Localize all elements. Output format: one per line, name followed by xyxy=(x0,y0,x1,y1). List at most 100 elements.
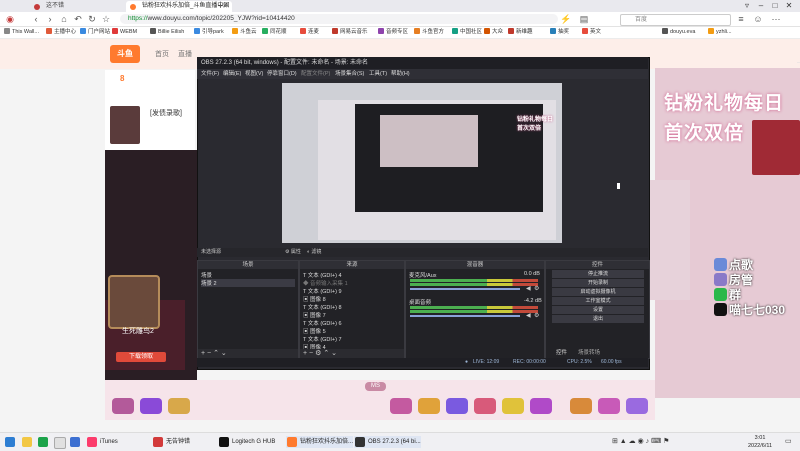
gear-icon[interactable]: ⚙ xyxy=(534,285,539,292)
source-item[interactable]: T 文本 (GDI+) 4 xyxy=(303,271,342,279)
bookmark-item[interactable]: Billie Eilish xyxy=(150,27,184,38)
app-icon[interactable] xyxy=(54,437,66,449)
gift-icon[interactable] xyxy=(502,398,524,414)
close-window-button[interactable]: ✕ xyxy=(782,0,796,12)
bookmark-item[interactable]: 新维趣 xyxy=(508,27,533,38)
clock[interactable]: 3:01 2022/6/11 xyxy=(748,434,772,450)
tray-icons[interactable]: ⊞ ▲ ☁ ◉ ♪ ⌨ ⚑ xyxy=(612,437,669,445)
bookmark-item[interactable]: 抽奖 xyxy=(550,27,569,38)
app-icon[interactable] xyxy=(38,437,48,447)
up-icon[interactable]: ⌃ xyxy=(213,350,219,357)
source-item[interactable]: T 文本 (GDI+) 9 xyxy=(303,287,342,295)
gear-icon[interactable]: ⚙ xyxy=(315,350,321,357)
filters-button[interactable]: ◐ 滤镜 xyxy=(307,248,321,257)
bookmark-item[interactable]: 英文 xyxy=(582,27,601,38)
new-tab-button[interactable]: + xyxy=(218,0,223,12)
remove-icon[interactable]: − xyxy=(309,350,313,357)
settings-button[interactable]: 设置 xyxy=(552,306,644,314)
add-icon[interactable]: + xyxy=(201,350,205,357)
bookmark-item[interactable]: WEBM xyxy=(112,27,137,38)
taskbar-obs[interactable]: OBS 27.2.3 (64 bi... xyxy=(354,436,421,448)
star-icon[interactable]: ☆ xyxy=(100,13,112,25)
nav-live[interactable]: 直播 xyxy=(178,49,192,59)
source-item[interactable]: T 文本 (GDI+) 6 xyxy=(303,319,342,327)
download-button[interactable]: 下载领取 xyxy=(116,352,166,362)
taskbar-app[interactable]: 无告钟错 xyxy=(152,436,190,448)
tab-controls[interactable]: 控件 xyxy=(556,348,567,356)
source-item[interactable]: T 文本 (GDI+) 8 xyxy=(303,303,342,311)
down-icon[interactable]: ⌄ xyxy=(331,350,337,357)
source-item[interactable]: ◆ 音频输入采集 1 xyxy=(303,279,348,287)
windows-start-icon[interactable] xyxy=(5,437,15,447)
gift-icon[interactable] xyxy=(474,398,496,414)
start-recording-button[interactable]: 开始录制 xyxy=(552,279,644,287)
menu-edit[interactable]: 编辑(E) xyxy=(223,69,241,79)
source-item[interactable]: ▣ 图像 8 xyxy=(303,295,326,303)
gift-icon[interactable] xyxy=(168,398,190,414)
down-icon[interactable]: ⌄ xyxy=(221,350,227,357)
menu-help[interactable]: 帮助(H) xyxy=(391,69,410,79)
menu-view[interactable]: 视图(V) xyxy=(245,69,263,79)
source-item[interactable]: T 文本 (GDI+) 7 xyxy=(303,335,342,343)
reload-icon[interactable]: ↻ xyxy=(86,13,98,25)
url-input[interactable]: https://www.douyu.com/topic/202205_YJW?r… xyxy=(120,14,558,24)
volume-slider[interactable] xyxy=(410,288,520,290)
bookmark-item[interactable]: 主播中心 xyxy=(46,27,76,38)
nav-home[interactable]: 首页 xyxy=(155,49,169,59)
studio-mode-button[interactable]: 工作室模式 xyxy=(552,297,644,305)
taskbar-itunes[interactable]: iTunes xyxy=(86,436,118,448)
bookmark-item[interactable]: 门户网站 xyxy=(80,27,110,38)
gift-icon[interactable] xyxy=(570,398,592,414)
gift-icon[interactable] xyxy=(626,398,648,414)
virtual-camera-button[interactable]: 启动虚拟摄像机 xyxy=(552,288,644,296)
explorer-icon[interactable] xyxy=(22,437,32,447)
menu-tools[interactable]: 工具(T) xyxy=(369,69,387,79)
bookmark-item[interactable]: 网易云音乐 xyxy=(332,27,368,38)
bookmark-item[interactable]: This Wall... xyxy=(4,27,39,38)
menu-docks[interactable]: 停靠窗口(D) xyxy=(267,69,297,79)
tab-1[interactable]: 这不错 xyxy=(30,1,141,12)
menu-profile[interactable]: 配置文件(P) xyxy=(301,69,330,79)
speaker-icon[interactable]: ◀ xyxy=(526,285,531,292)
more-icon[interactable]: ⋯ xyxy=(770,13,782,25)
remove-icon[interactable]: − xyxy=(207,350,211,357)
gift-icon[interactable] xyxy=(530,398,552,414)
scene-item-selected[interactable]: 场景 2 xyxy=(201,279,295,287)
gift-icon[interactable] xyxy=(446,398,468,414)
bookmark-item[interactable]: 中国社区 xyxy=(452,27,482,38)
notification-icon[interactable]: ▭ xyxy=(785,437,792,445)
undo-icon[interactable]: ↶ xyxy=(72,13,84,25)
exit-button[interactable]: 退出 xyxy=(552,315,644,323)
bookmark-item[interactable]: 大众 xyxy=(484,27,503,38)
gift-icon[interactable] xyxy=(140,398,162,414)
speaker-icon[interactable]: ◀ xyxy=(526,312,531,319)
extension-icon[interactable]: ▤ xyxy=(578,13,590,25)
gift-icon[interactable] xyxy=(598,398,620,414)
taskbar-browser[interactable]: 钻粉狂欢抖乐加倍... xyxy=(286,436,354,448)
taskbar-logitech[interactable]: Logitech G HUB xyxy=(218,436,275,448)
douyu-logo[interactable]: 斗鱼 xyxy=(110,45,140,63)
gear-icon[interactable]: ⚙ xyxy=(534,312,539,319)
bookmark-item[interactable]: 同花顺 xyxy=(262,27,287,38)
properties-button[interactable]: ⚙ 属性 xyxy=(285,248,301,257)
menu-icon[interactable]: ≡ xyxy=(735,13,747,25)
gift-icon[interactable] xyxy=(390,398,412,414)
source-item[interactable]: ▣ 图像 5 xyxy=(303,327,326,335)
app-icon[interactable] xyxy=(70,437,80,447)
forward-icon[interactable]: › xyxy=(44,13,56,25)
source-item[interactable]: ▣ 图像 7 xyxy=(303,311,326,319)
account-icon[interactable]: ☺ xyxy=(752,13,764,25)
up-icon[interactable]: ⌃ xyxy=(323,350,329,357)
home-icon[interactable]: ⌂ xyxy=(58,13,70,25)
search-input[interactable]: 百度 xyxy=(620,14,731,26)
minimize-button[interactable]: – xyxy=(754,0,768,12)
menu-scene-collection[interactable]: 场景集合(S) xyxy=(335,69,364,79)
gift-icon[interactable] xyxy=(112,398,134,414)
download-icon[interactable]: ▿ xyxy=(740,0,754,12)
bookmark-item[interactable]: 连麦 xyxy=(300,27,319,38)
tiktok-account[interactable]: 喵七七030 xyxy=(714,301,785,318)
bookmark-item[interactable]: douyu.eva xyxy=(662,27,695,38)
tab-scene-transitions[interactable]: 场景转场 xyxy=(578,348,600,356)
tab-2-active[interactable]: 钻粉狂欢抖乐加倍_斗鱼直播中国 ✕ xyxy=(126,1,232,12)
volume-slider[interactable] xyxy=(410,315,520,317)
